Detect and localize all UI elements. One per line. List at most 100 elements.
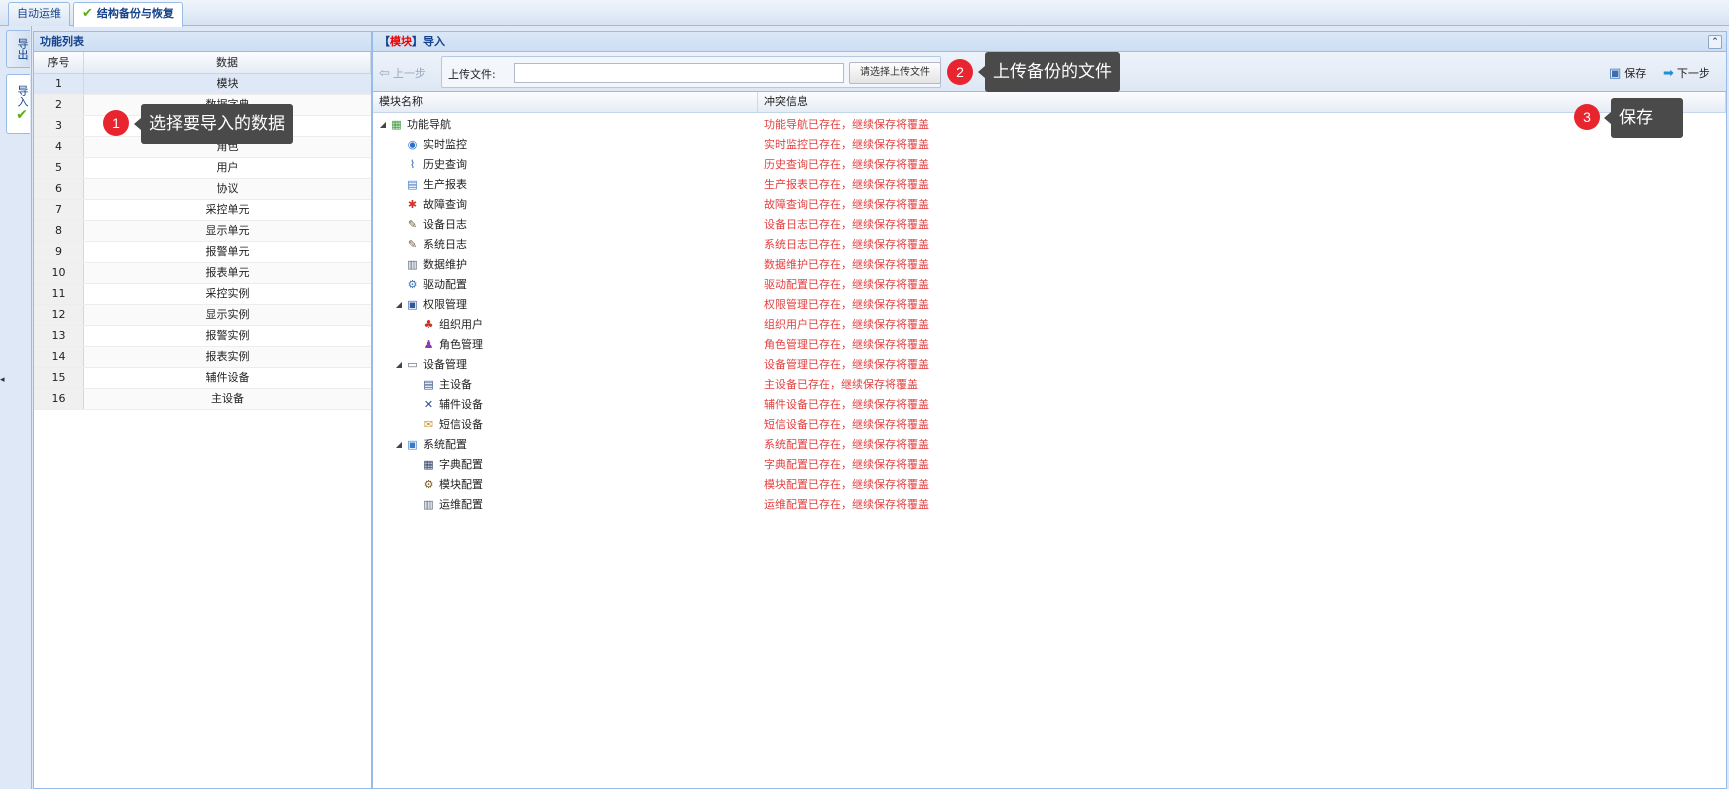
row-data-cell: 模块	[84, 74, 371, 94]
conflict-info-cell: 驱动配置已存在，继续保存将覆盖	[764, 278, 929, 291]
tree-name-cell: ♣ 组织用户	[373, 316, 758, 332]
tree-row[interactable]: ⌇ 历史查询 历史查询已存在，继续保存将覆盖	[373, 154, 1726, 174]
tree-row[interactable]: ⚙ 驱动配置 驱动配置已存在，继续保存将覆盖	[373, 274, 1726, 294]
conflict-info-cell: 角色管理已存在，继续保存将覆盖	[764, 338, 929, 351]
tree-row[interactable]: ▤ 生产报表 生产报表已存在，继续保存将覆盖	[373, 174, 1726, 194]
row-number-cell: 11	[34, 284, 84, 304]
expand-toggle-icon[interactable]: ◢	[395, 360, 403, 369]
title-bracket: 【	[379, 35, 390, 48]
tree-row[interactable]: ◢ ▣ 系统配置 系统配置已存在，继续保存将覆盖	[373, 434, 1726, 454]
tree-node-label: 角色管理	[439, 338, 483, 351]
save-button[interactable]: ▣ 保存	[1609, 65, 1646, 81]
table-row[interactable]: 9 报警单元	[34, 242, 371, 263]
tree-row[interactable]: ▦ 字典配置 字典配置已存在，继续保存将覆盖	[373, 454, 1726, 474]
table-row[interactable]: 6 协议	[34, 179, 371, 200]
tree-row[interactable]: ◢ ▦ 功能导航 功能导航已存在，继续保存将覆盖	[373, 114, 1726, 134]
side-tab-import[interactable]: 导入✔	[6, 74, 30, 134]
tree-row[interactable]: ✎ 设备日志 设备日志已存在，继续保存将覆盖	[373, 214, 1726, 234]
row-number-cell: 6	[34, 179, 84, 199]
conflict-info-cell: 系统日志已存在，继续保存将覆盖	[764, 238, 929, 251]
table-row[interactable]: 10 报表单元	[34, 263, 371, 284]
tab-auto-ops[interactable]: 自动运维	[8, 2, 70, 26]
tree-row[interactable]: ✕ 辅件设备 辅件设备已存在，继续保存将覆盖	[373, 394, 1726, 414]
system-log-icon: ✎	[407, 237, 418, 251]
table-row[interactable]: 11 采控实例	[34, 284, 371, 305]
table-row[interactable]: 13 报警实例	[34, 326, 371, 347]
function-list-panel: 功能列表 序号 数据 1模块2数据字典3组织4角色5用户6协议7采控单元8显示单…	[33, 31, 372, 789]
tree-name-cell: ◉ 实时监控	[373, 136, 758, 152]
table-row[interactable]: 12 显示实例	[34, 305, 371, 326]
tree-row[interactable]: ♣ 组织用户 组织用户已存在，继续保存将覆盖	[373, 314, 1726, 334]
row-number-cell: 14	[34, 347, 84, 367]
table-row[interactable]: 14 报表实例	[34, 347, 371, 368]
row-data-cell: 显示实例	[84, 305, 371, 325]
column-header-data[interactable]: 数据	[84, 52, 371, 73]
tree-node-label: 组织用户	[439, 318, 483, 331]
conflict-info-cell: 权限管理已存在，继续保存将覆盖	[764, 298, 929, 311]
row-data-cell: 采控单元	[205, 203, 250, 216]
row-number-cell: 8	[34, 221, 84, 241]
prev-step-button[interactable]: ⇦ 上一步	[379, 65, 426, 81]
tree-row[interactable]: ◉ 实时监控 实时监控已存在，继续保存将覆盖	[373, 134, 1726, 154]
conflict-info-cell: 字典配置已存在，继续保存将覆盖	[764, 458, 929, 471]
tree-name-cell: ◢ ▣ 系统配置	[373, 436, 758, 452]
tree-name-cell: ▥ 运维配置	[373, 496, 758, 512]
sms-icon: ✉	[423, 417, 434, 431]
tree-row[interactable]: ✉ 短信设备 短信设备已存在，继续保存将覆盖	[373, 414, 1726, 434]
monitor-icon: ◉	[407, 137, 418, 151]
tree-node-label: 模块配置	[439, 478, 483, 491]
expand-toggle-icon[interactable]: ◢	[379, 120, 387, 129]
tree-name-cell: ▥ 数据维护	[373, 256, 758, 272]
tree-name-cell: ✱ 故障查询	[373, 196, 758, 212]
row-data-cell: 报警单元	[205, 245, 250, 258]
next-step-button[interactable]: ➡ 下一步	[1663, 65, 1710, 81]
tree-name-cell: ⌇ 历史查询	[373, 156, 758, 172]
row-number-cell: 3	[34, 116, 84, 136]
table-row[interactable]: 1 模块	[34, 74, 371, 95]
column-header-number[interactable]: 序号	[34, 52, 84, 73]
tree-name-cell: ▤ 主设备	[373, 376, 758, 392]
tree-row[interactable]: ◢ ▭ 设备管理 设备管理已存在，继续保存将覆盖	[373, 354, 1726, 374]
tree-row[interactable]: ♟ 角色管理 角色管理已存在，继续保存将覆盖	[373, 334, 1726, 354]
row-number-cell: 9	[34, 242, 84, 262]
tree-row[interactable]: ✱ 故障查询 故障查询已存在，继续保存将覆盖	[373, 194, 1726, 214]
table-row[interactable]: 16 主设备	[34, 389, 371, 410]
title-module-name: 模块	[390, 35, 412, 48]
conflict-info-cell: 短信设备已存在，继续保存将覆盖	[764, 418, 929, 431]
tab-structure-backup[interactable]: ✔ 结构备份与恢复	[73, 2, 183, 27]
table-row[interactable]: 15 辅件设备	[34, 368, 371, 389]
upload-file-input[interactable]	[514, 63, 844, 83]
callout-badge-2: 2	[947, 59, 973, 85]
expand-toggle-icon[interactable]: ◢	[395, 440, 403, 449]
side-tab-export[interactable]: 导出	[6, 30, 30, 68]
module-config-icon: ⚙	[423, 477, 434, 491]
collapse-left-arrow-icon[interactable]: ◂	[0, 375, 5, 387]
collapse-panel-icon[interactable]: ⌃	[1708, 35, 1722, 49]
tree-row[interactable]: ◢ ▣ 权限管理 权限管理已存在，继续保存将覆盖	[373, 294, 1726, 314]
table-row[interactable]: 7 采控单元	[34, 200, 371, 221]
tree-node-label: 实时监控	[423, 138, 467, 151]
tree-node-label: 数据维护	[423, 258, 467, 271]
table-row[interactable]: 5 用户	[34, 158, 371, 179]
report-icon: ▤	[407, 177, 418, 191]
row-data-cell: 主设备	[84, 389, 371, 409]
callout-badge-3: 3	[1574, 104, 1600, 130]
conflict-info-cell: 运维配置已存在，继续保存将覆盖	[764, 498, 929, 511]
tree-name-cell: ♟ 角色管理	[373, 336, 758, 352]
save-disk-icon: ▣	[1609, 66, 1622, 81]
arrow-right-icon: ➡	[1663, 66, 1674, 81]
choose-upload-file-button[interactable]: 请选择上传文件	[849, 62, 941, 84]
tree-row[interactable]: ▤ 主设备 主设备已存在，继续保存将覆盖	[373, 374, 1726, 394]
tree-node-label: 设备管理	[423, 358, 467, 371]
table-row[interactable]: 8 显示单元	[34, 221, 371, 242]
tree-node-label: 短信设备	[439, 418, 483, 431]
expand-toggle-icon[interactable]: ◢	[395, 300, 403, 309]
tree-name-cell: ◢ ▦ 功能导航	[373, 116, 758, 132]
column-header-module-name[interactable]: 模块名称	[373, 92, 758, 112]
tree-row[interactable]: ✎ 系统日志 系统日志已存在，继续保存将覆盖	[373, 234, 1726, 254]
row-number-cell: 7	[34, 200, 84, 220]
tree-row[interactable]: ⚙ 模块配置 模块配置已存在，继续保存将覆盖	[373, 474, 1726, 494]
tree-row[interactable]: ▥ 数据维护 数据维护已存在，继续保存将覆盖	[373, 254, 1726, 274]
org-icon: ♣	[423, 317, 434, 331]
tree-row[interactable]: ▥ 运维配置 运维配置已存在，继续保存将覆盖	[373, 494, 1726, 514]
